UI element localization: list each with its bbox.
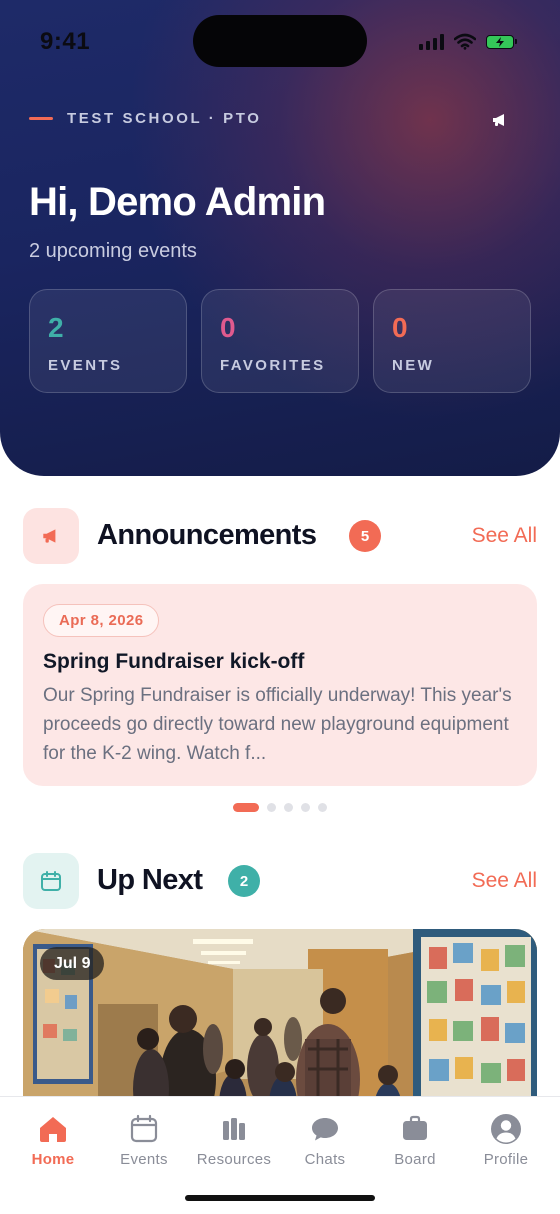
- accent-dash: [29, 117, 53, 120]
- tab-label: Chats: [304, 1151, 346, 1168]
- person-circle-icon: [490, 1113, 522, 1145]
- greeting-title: Hi, Demo Admin: [29, 180, 326, 224]
- stat-label: FAVORITES: [220, 357, 326, 374]
- up-next-see-all-link[interactable]: See All: [472, 869, 537, 893]
- megaphone-icon[interactable]: [490, 110, 510, 130]
- tab-label: Resources: [196, 1151, 272, 1168]
- cellular-signal-icon: [419, 33, 444, 50]
- tab-events[interactable]: Events: [99, 1097, 189, 1177]
- tab-label: Events: [120, 1151, 168, 1168]
- pager-dot[interactable]: [267, 803, 276, 812]
- announcements-title: Announcements: [97, 519, 317, 551]
- announcement-title: Spring Fundraiser kick-off: [43, 650, 305, 673]
- up-next-count-badge: 2: [228, 865, 260, 897]
- stat-label: NEW: [392, 357, 435, 374]
- wifi-icon: [454, 33, 476, 50]
- upcoming-events-subtitle: 2 upcoming events: [29, 240, 197, 262]
- announcements-section-icon: [23, 508, 79, 564]
- school-name: TEST SCHOOL · PTO: [67, 110, 262, 127]
- tab-resources[interactable]: Resources: [189, 1097, 279, 1177]
- pager-dot[interactable]: [318, 803, 327, 812]
- tab-label: Home: [31, 1151, 75, 1168]
- dynamic-island: [193, 15, 367, 67]
- books-icon: [218, 1113, 250, 1145]
- stat-label: EVENTS: [48, 357, 123, 374]
- battery-charging-icon: [486, 34, 517, 49]
- stat-value: 2: [48, 312, 64, 343]
- megaphone-icon: [43, 529, 56, 543]
- announcement-date-chip: Apr 8, 2026: [43, 604, 160, 637]
- stat-value: 0: [392, 312, 408, 343]
- pager-dot-active[interactable]: [233, 803, 259, 812]
- calendar-icon: [41, 871, 61, 891]
- announcements-count-badge: 5: [349, 520, 381, 552]
- pager-dot[interactable]: [301, 803, 310, 812]
- stat-value: 0: [220, 312, 236, 343]
- calendar-icon: [128, 1113, 160, 1145]
- status-bar: 9:41: [0, 0, 560, 86]
- pager-dot[interactable]: [284, 803, 293, 812]
- home-icon: [37, 1113, 69, 1145]
- tab-label: Profile: [483, 1151, 529, 1168]
- event-date-chip: Jul 9: [40, 947, 105, 980]
- tab-board[interactable]: Board: [370, 1097, 460, 1177]
- announcement-body: Our Spring Fundraiser is officially unde…: [43, 685, 512, 764]
- status-icons: [419, 33, 517, 50]
- stat-card-events[interactable]: 2 EVENTS: [29, 289, 187, 393]
- stat-card-favorites[interactable]: 0 FAVORITES: [201, 289, 359, 393]
- stat-card-new[interactable]: 0 NEW: [373, 289, 531, 393]
- chat-bubble-icon: [309, 1113, 341, 1145]
- status-time: 9:41: [40, 28, 91, 55]
- announcement-card[interactable]: Apr 8, 2026 Spring Fundraiser kick-off O…: [23, 584, 537, 786]
- tab-label: Board: [394, 1151, 436, 1168]
- school-label-row: TEST SCHOOL · PTO: [29, 110, 262, 127]
- announcements-see-all-link[interactable]: See All: [472, 524, 537, 548]
- tab-chats[interactable]: Chats: [280, 1097, 370, 1177]
- tab-home[interactable]: Home: [8, 1097, 98, 1177]
- tab-profile[interactable]: Profile: [461, 1097, 551, 1177]
- up-next-section-icon: [23, 853, 79, 909]
- home-indicator: [185, 1195, 375, 1201]
- briefcase-icon: [399, 1113, 431, 1145]
- announcement-pager: [233, 803, 327, 812]
- up-next-title: Up Next: [97, 864, 203, 896]
